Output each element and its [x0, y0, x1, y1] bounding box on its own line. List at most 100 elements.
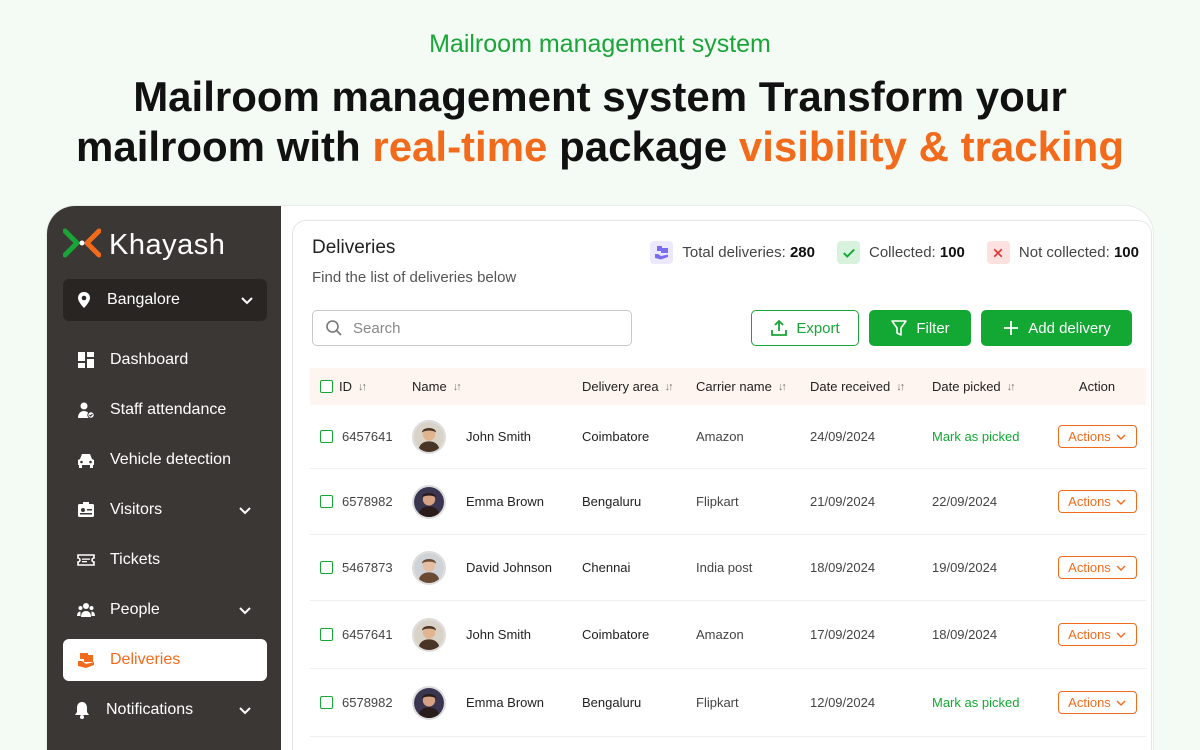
cell-date-received: 12/09/2024 — [810, 695, 932, 710]
car-icon — [77, 451, 95, 469]
khayash-logo-icon — [62, 228, 102, 262]
filter-icon — [891, 320, 908, 336]
search-box — [312, 310, 632, 346]
sort-icon: ↓↑ — [452, 380, 462, 393]
cell-carrier: Flipkart — [696, 494, 810, 509]
hero-title-line-2: mailroom with real-time package visibili… — [0, 122, 1200, 172]
date-picked: 19/09/2024 — [932, 560, 998, 575]
avatar — [412, 550, 446, 585]
actions-dropdown-button[interactable]: Actions — [1057, 623, 1137, 646]
sidebar-item-visitors[interactable]: Visitors — [63, 489, 267, 531]
actions-dropdown-button[interactable]: Actions — [1057, 425, 1137, 448]
stat-collected: Collected: 100 — [837, 241, 965, 264]
chevron-down-icon — [1116, 700, 1126, 706]
ticket-icon — [77, 551, 95, 569]
sort-icon: ↓↑ — [777, 380, 787, 393]
table-header: ID ↓↑ Name ↓↑ Delivery area ↓↑ Carrier name… — [310, 368, 1146, 405]
stat-value: 280 — [789, 244, 815, 261]
cell-action: Actions — [1048, 425, 1146, 448]
actions-dropdown-button[interactable]: Actions — [1057, 556, 1137, 579]
delivery-area: Coimbatore — [582, 627, 650, 642]
stat-label: Not collected: — [1018, 244, 1110, 261]
row-checkbox[interactable] — [320, 628, 333, 641]
table-row[interactable]: 6578982 Emma Brown Bengaluru Flipkart 21/09/… — [310, 469, 1146, 535]
cell-action: Actions — [1048, 556, 1146, 579]
column-header-delivery-area[interactable]: Delivery area ↓↑ — [582, 379, 696, 394]
column-header-name[interactable]: Name ↓↑ — [412, 379, 582, 394]
cell-date-picked: 18/09/2024 — [932, 627, 1048, 642]
cell-date-received: 24/09/2024 — [810, 429, 932, 444]
actions-label: Actions — [1068, 560, 1111, 575]
cell-delivery-area: Bengaluru — [582, 494, 696, 509]
delivery-id: 6457641 — [342, 627, 393, 642]
chevron-down-icon — [241, 297, 253, 305]
sidebar-item-vehicle-detection[interactable]: Vehicle detection — [63, 439, 267, 481]
column-label: ID — [339, 379, 352, 394]
stat-value: 100 — [939, 244, 965, 261]
cell-name: David Johnson — [412, 550, 582, 585]
sidebar-item-staff-attendance[interactable]: Staff attendance — [63, 389, 267, 431]
hero-accent-visibility: visibility & tracking — [738, 123, 1124, 170]
add-delivery-button[interactable]: Add delivery — [981, 310, 1132, 346]
row-checkbox[interactable] — [320, 696, 333, 709]
mark-as-picked-link[interactable]: Mark as picked — [932, 429, 1019, 444]
sidebar-item-people[interactable]: People — [63, 589, 267, 631]
table-row[interactable]: 6457641 John Smith Coimbatore Amazon 17/09/2… — [310, 601, 1146, 669]
row-checkbox[interactable] — [320, 430, 333, 443]
column-header-date-picked[interactable]: Date picked ↓↑ — [932, 379, 1048, 394]
chevron-down-icon — [239, 707, 251, 715]
table-row[interactable]: 5467873 David Johnson Chennai India post 18/… — [310, 535, 1146, 601]
cell-name: Emma Brown — [412, 484, 582, 519]
sidebar-item-label: Notifications — [106, 701, 194, 718]
stat-total-deliveries: Total deliveries: 280 — [650, 241, 815, 264]
row-checkbox[interactable] — [320, 561, 333, 574]
sidebar-item-notifications[interactable]: Notifications — [63, 689, 267, 731]
actions-dropdown-button[interactable]: Actions — [1057, 490, 1137, 513]
column-header-id[interactable]: ID ↓↑ — [310, 379, 412, 394]
stat-label: Total deliveries: — [682, 244, 786, 261]
location-label: Bangalore — [107, 291, 180, 308]
hero-accent-realtime: real-time — [372, 123, 548, 170]
table-row[interactable]: 6578982 Emma Brown Bengaluru Flipkart 12/09/… — [310, 669, 1146, 737]
brand-logo[interactable]: Khayash — [62, 228, 226, 262]
page-title: Deliveries — [312, 237, 396, 258]
column-label: Date picked — [932, 379, 1001, 394]
actions-label: Actions — [1068, 429, 1111, 444]
carrier-name: Flipkart — [696, 494, 739, 509]
export-button[interactable]: Export — [751, 310, 859, 346]
column-header-carrier-name[interactable]: Carrier name ↓↑ — [696, 379, 810, 394]
check-icon — [837, 241, 860, 264]
column-header-date-received[interactable]: Date received ↓↑ — [810, 379, 932, 394]
stat-not-collected: Not collected: 100 — [986, 241, 1139, 264]
row-checkbox[interactable] — [320, 495, 333, 508]
actions-dropdown-button[interactable]: Actions — [1057, 691, 1137, 714]
sidebar-item-deliveries[interactable]: Deliveries — [63, 639, 267, 681]
actions-label: Actions — [1068, 627, 1111, 642]
cell-delivery-area: Chennai — [582, 560, 696, 575]
mark-as-picked-link[interactable]: Mark as picked — [932, 695, 1019, 710]
sidebar-item-dashboard[interactable]: Dashboard — [63, 339, 267, 381]
cell-action: Actions — [1048, 691, 1146, 714]
sort-icon: ↓↑ — [896, 380, 905, 393]
cell-carrier: India post — [696, 560, 810, 575]
hero-title-line-1: Mailroom management system Transform you… — [133, 73, 1067, 120]
search-input[interactable] — [353, 319, 613, 337]
cell-carrier: Flipkart — [696, 695, 810, 710]
avatar — [412, 484, 446, 519]
sidebar-item-label: Deliveries — [110, 651, 181, 668]
avatar — [412, 419, 446, 454]
delivery-id: 6457641 — [342, 429, 393, 444]
select-all-checkbox[interactable] — [320, 380, 333, 393]
cell-date-picked: Mark as picked — [932, 429, 1048, 444]
date-received: 17/09/2024 — [810, 627, 876, 642]
sidebar-item-label: Staff attendance — [110, 401, 227, 418]
brand-name: Khayash — [109, 228, 226, 261]
cell-delivery-area: Coimbatore — [582, 627, 696, 642]
column-label: Action — [1078, 379, 1116, 394]
carrier-name: Flipkart — [696, 695, 739, 710]
filter-button[interactable]: Filter — [869, 310, 971, 346]
cell-id: 6578982 — [310, 695, 412, 710]
sidebar-item-tickets[interactable]: Tickets — [63, 539, 267, 581]
location-selector[interactable]: Bangalore — [63, 279, 267, 321]
table-row[interactable]: 6457641 John Smith Coimbatore Amazon 24/09/2… — [310, 405, 1146, 469]
